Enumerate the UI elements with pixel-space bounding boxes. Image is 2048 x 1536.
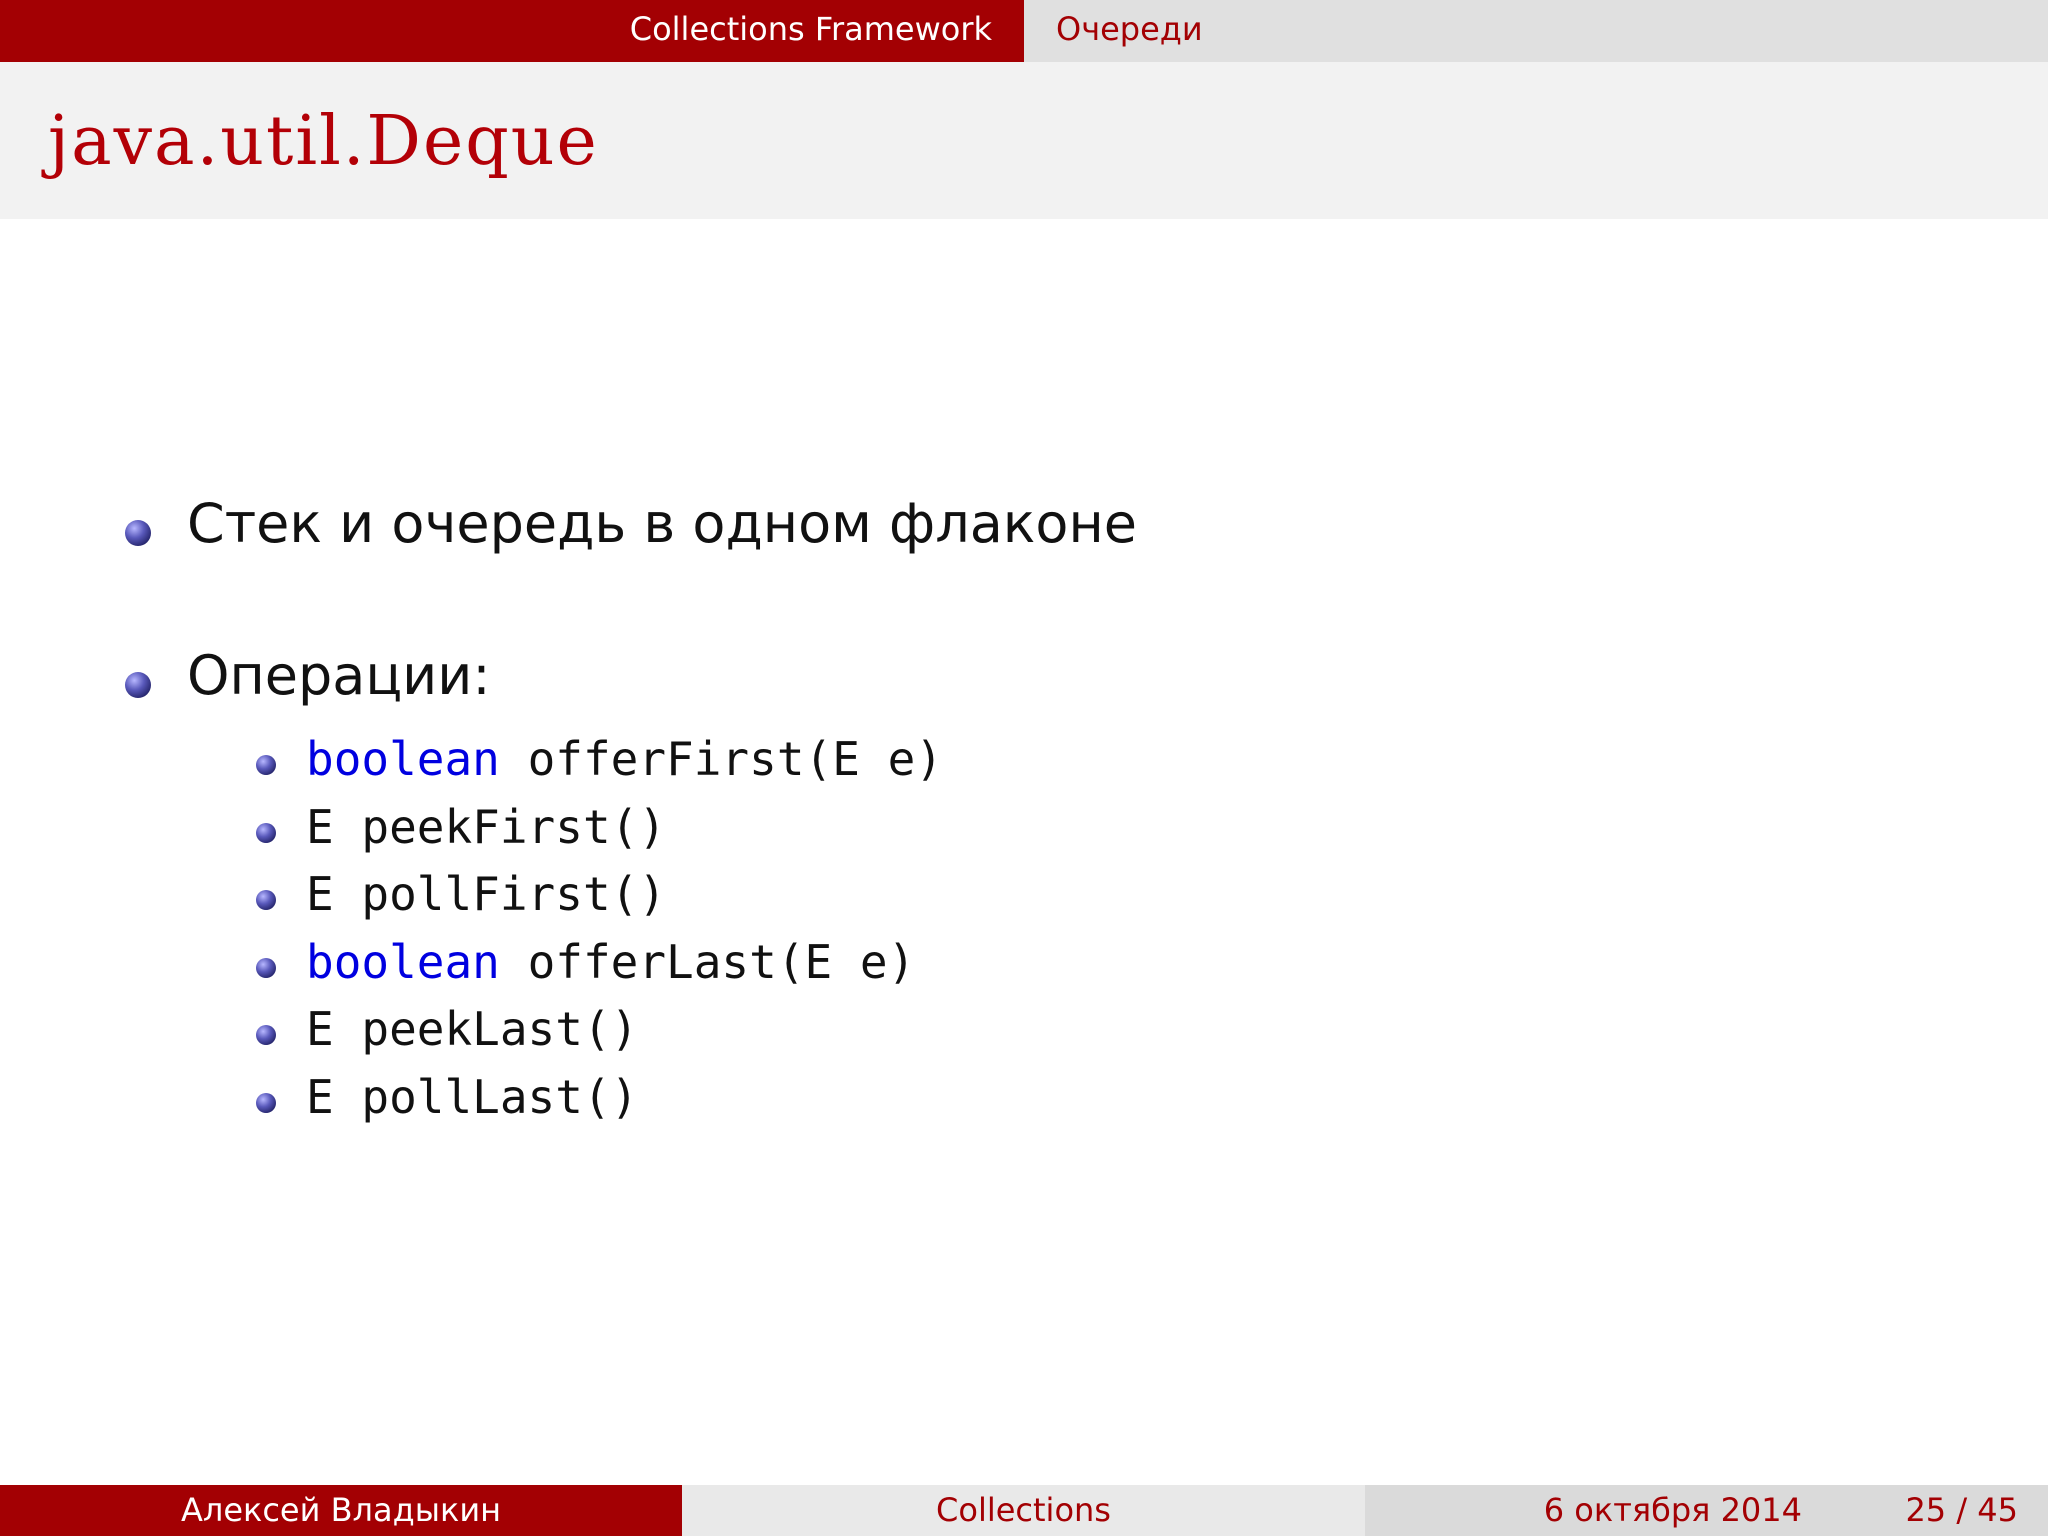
footer-title: Collections bbox=[682, 1485, 1365, 1536]
keyword: boolean bbox=[306, 732, 500, 786]
operation-signature: E pollFirst() bbox=[306, 867, 667, 921]
page-separator: / bbox=[1956, 1491, 1968, 1529]
sub-bullet-icon bbox=[256, 755, 276, 775]
sub-bullet-icon bbox=[256, 823, 276, 843]
operation-item: E pollLast() bbox=[306, 1074, 638, 1120]
list-item: Операции: bbox=[187, 644, 491, 707]
footer-author: Алексей Владыкин bbox=[0, 1485, 682, 1536]
top-navigation-bar: Collections Framework Очереди bbox=[0, 0, 2048, 62]
operation-signature: offerFirst(E e) bbox=[499, 732, 943, 786]
subsection-link[interactable]: Очереди bbox=[1056, 0, 1203, 58]
slide-content: Стек и очередь в одном флаконе Операции:… bbox=[0, 219, 2048, 1485]
sub-bullet-icon bbox=[256, 1093, 276, 1113]
bullet-icon bbox=[125, 520, 151, 546]
section-nav-area: Collections Framework bbox=[0, 0, 1024, 62]
operation-item: E pollFirst() bbox=[306, 871, 666, 917]
sub-bullet-icon bbox=[256, 958, 276, 978]
list-item: Стек и очередь в одном флаконе bbox=[187, 492, 1137, 555]
sub-bullet-icon bbox=[256, 1025, 276, 1045]
operation-item: E peekFirst() bbox=[306, 804, 666, 850]
frame-title: java.util.Deque bbox=[48, 102, 599, 181]
footer-date: 6 октября 2014 bbox=[1543, 1491, 1802, 1529]
operation-signature: E pollLast() bbox=[306, 1070, 639, 1124]
current-page: 25 bbox=[1905, 1491, 1947, 1529]
operation-item: E peekLast() bbox=[306, 1006, 638, 1052]
operation-signature: E peekFirst() bbox=[306, 800, 667, 854]
footer-bar: Алексей Владыкин Collections 6 октября 2… bbox=[0, 1485, 2048, 1536]
frame-title-bar: java.util.Deque bbox=[0, 62, 2048, 219]
operation-signature: E peekLast() bbox=[306, 1002, 639, 1056]
page-counter: 25 / 45 bbox=[1905, 1485, 2018, 1535]
section-link[interactable]: Collections Framework bbox=[630, 0, 992, 58]
operation-signature: offerLast(E e) bbox=[499, 935, 916, 989]
operation-item: boolean offerFirst(E e) bbox=[306, 736, 943, 782]
footer-info: 6 октября 2014 25 / 45 bbox=[1365, 1485, 2048, 1536]
operation-item: boolean offerLast(E e) bbox=[306, 939, 915, 985]
bullet-icon bbox=[125, 672, 151, 698]
keyword: boolean bbox=[306, 935, 500, 989]
sub-bullet-icon bbox=[256, 890, 276, 910]
total-pages: 45 bbox=[1977, 1491, 2018, 1529]
subsection-nav-area: Очереди bbox=[1024, 0, 2048, 62]
